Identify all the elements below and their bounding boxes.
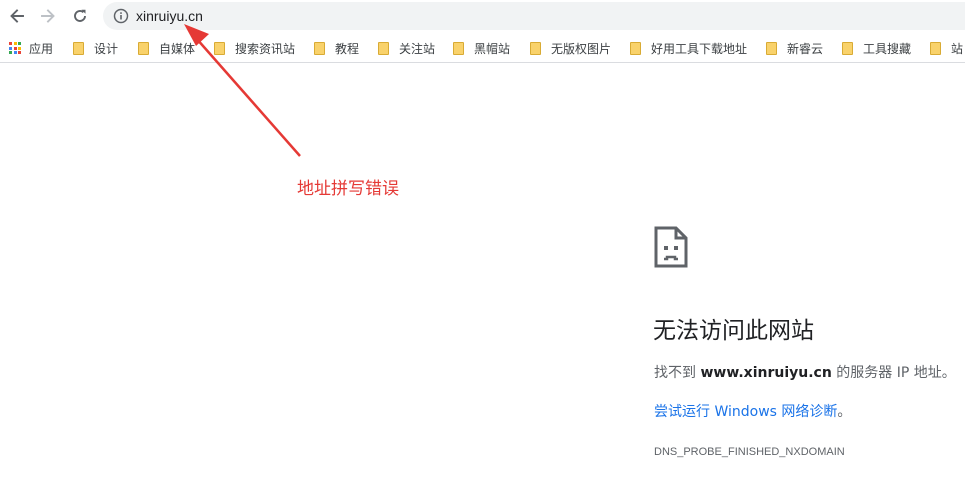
apps-grid-dot	[18, 46, 21, 50]
bookmark-label: 工具搜藏	[863, 41, 912, 56]
folder-icon	[630, 41, 641, 55]
bookmark-label: 设计	[94, 41, 119, 56]
folder-icon	[766, 41, 777, 55]
bookmark-label: 教程	[335, 41, 360, 56]
url-text[interactable]: xinruiyu.cn	[136, 7, 203, 25]
bookmark-folder[interactable]: 自媒体	[138, 39, 195, 57]
bookmark-folder[interactable]: 黑帽站	[453, 39, 510, 57]
error-code: DNS_PROBE_FINISHED_NXDOMAIN	[654, 446, 845, 458]
bookmark-label: 好用工具下载地址	[651, 41, 748, 56]
error-desc-suffix: 的服务器 IP 地址。	[831, 365, 956, 381]
error-host: www.xinruiyu.cn	[700, 365, 832, 381]
sad-page-icon	[654, 226, 688, 268]
network-diagnostics-link[interactable]: 尝试运行 Windows 网络诊断	[654, 404, 837, 420]
apps-grid-dot	[13, 46, 17, 50]
bookmark-label: 应用	[29, 41, 54, 56]
bookmark-apps[interactable]: 应用	[9, 39, 53, 57]
bookmark-folder[interactable]: 关注站	[378, 39, 435, 57]
folder-icon	[138, 41, 149, 55]
bookmark-label: 关注站	[399, 41, 436, 56]
apps-grid-icon	[9, 42, 21, 54]
reload-icon	[74, 9, 86, 22]
address-bar[interactable]: xinruiyu.cn	[103, 2, 965, 30]
apps-grid-dot	[18, 42, 21, 45]
apps-grid-dot	[9, 46, 12, 50]
apps-grid-dot	[13, 42, 17, 45]
folder-icon	[214, 41, 225, 55]
folder-icon	[73, 41, 84, 55]
bookmarks-bar: 应用 设计 自媒体 搜索资讯站 教程 关注站 黑帽站 无版权图片 好用工具下载地…	[0, 34, 965, 63]
bookmark-label: 无版权图片	[551, 41, 612, 56]
folder-icon	[530, 41, 541, 55]
bookmark-folder[interactable]: 搜索资讯站	[214, 39, 295, 57]
apps-grid-dot	[13, 51, 17, 54]
bookmark-label: 站	[951, 41, 964, 56]
bookmark-label: 自媒体	[159, 41, 196, 56]
error-title: 无法访问此网站	[653, 318, 814, 344]
folder-icon	[314, 41, 325, 55]
browser-toolbar: xinruiyu.cn	[0, 0, 965, 32]
bookmark-folder[interactable]: 新睿云	[766, 39, 823, 57]
bookmark-folder[interactable]: 无版权图片	[530, 39, 611, 57]
folder-icon	[842, 41, 853, 55]
back-button[interactable]	[5, 4, 29, 28]
bookmark-folder[interactable]: 工具搜藏	[842, 39, 911, 57]
apps-grid-dot	[18, 51, 21, 54]
bookmark-folder[interactable]: 好用工具下载地址	[630, 39, 747, 57]
error-description: 找不到 www.xinruiyu.cn 的服务器 IP 地址。	[654, 363, 956, 383]
forward-arrow-icon	[41, 9, 55, 23]
bookmark-label: 新睿云	[787, 41, 824, 56]
diagnostics-suggestion: 尝试运行 Windows 网络诊断。	[654, 402, 851, 422]
apps-grid-dot	[9, 51, 12, 54]
error-desc-prefix: 找不到	[654, 365, 701, 381]
reload-button[interactable]	[68, 4, 92, 28]
bookmark-folder[interactable]: 设计	[73, 39, 118, 57]
folder-icon	[453, 41, 464, 55]
bookmark-label: 黑帽站	[474, 41, 511, 56]
bookmark-folder[interactable]: 教程	[314, 39, 359, 57]
forward-button[interactable]	[36, 4, 60, 28]
folder-icon	[378, 41, 389, 55]
bookmark-folder[interactable]: 站	[930, 39, 963, 57]
annotation-text: 地址拼写错误	[297, 179, 399, 199]
back-arrow-icon	[10, 9, 24, 23]
info-icon[interactable]	[113, 8, 129, 24]
apps-grid-dot	[9, 42, 12, 45]
link-period: 。	[837, 404, 852, 420]
folder-icon	[930, 41, 941, 55]
bookmark-label: 搜索资讯站	[235, 41, 296, 56]
